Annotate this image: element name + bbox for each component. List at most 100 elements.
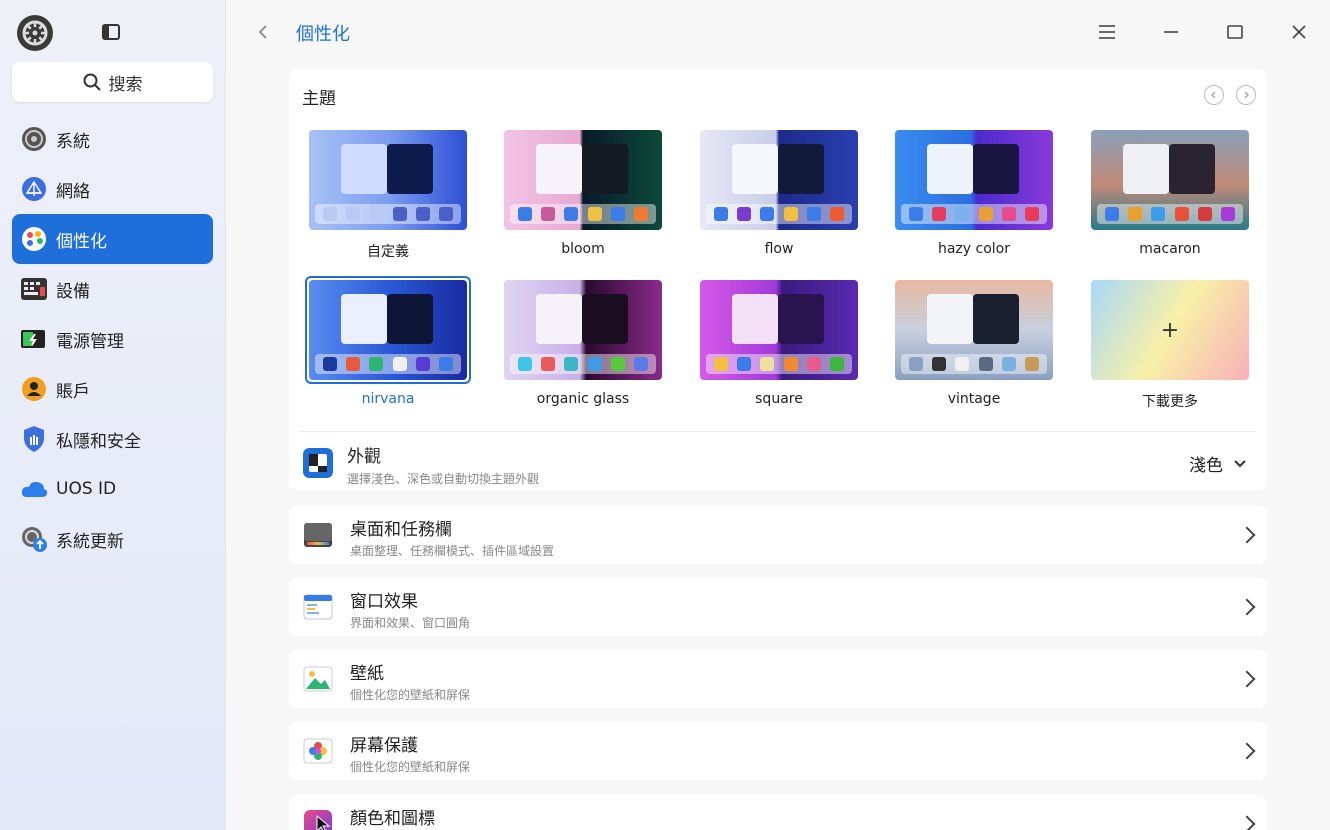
row-title: 壁紙 [350, 664, 384, 684]
account-icon [20, 375, 48, 403]
theme-thumb-nirvana[interactable] [309, 280, 467, 380]
screensaver-icon [303, 738, 333, 764]
search-label: 搜索 [108, 74, 143, 95]
chevron-right-icon [1238, 526, 1256, 544]
sidebar-item-label: 私隱和安全 [56, 431, 141, 452]
sidebar-item-device[interactable]: 設備 [12, 265, 213, 313]
theme-thumb-bloom[interactable] [504, 130, 662, 230]
minimize-button[interactable] [1157, 18, 1185, 46]
chevron-right-icon [1238, 670, 1256, 688]
chevron-down-icon [1234, 459, 1246, 467]
sidebar-item-system[interactable]: 系統 [12, 115, 213, 163]
add-icon: + [1160, 317, 1180, 343]
wallpaper-icon [303, 666, 333, 692]
preview-dock [706, 354, 852, 374]
search-icon [83, 73, 101, 91]
power-icon [20, 325, 48, 353]
sidebar-item-privacy[interactable]: 私隱和安全 [12, 415, 213, 463]
row-screensaver[interactable]: 屏幕保護 個性化您的壁紙和屏保 [289, 722, 1267, 780]
row-title: 窗口效果 [350, 592, 418, 612]
theme-heading: 主題 [302, 89, 336, 109]
sidebar-item-label: 系統 [56, 131, 90, 152]
sidebar-item-update[interactable]: 系統更新 [12, 515, 213, 563]
preview-dock [315, 354, 461, 374]
sidebar-item-label: 個性化 [56, 231, 107, 252]
search-box[interactable]: 搜索 [12, 62, 213, 102]
theme-name: 下載更多 [1142, 394, 1198, 410]
settings-app-icon [17, 15, 53, 51]
sidebar-item-account[interactable]: 賬戶 [12, 365, 213, 413]
row-desktop-taskbar[interactable]: 桌面和任務欄 桌面整理、任務欄模式、插件區域設置 [289, 506, 1267, 564]
back-button[interactable] [254, 22, 274, 42]
preview-dock [1097, 204, 1243, 224]
theme-thumb-organic-glass[interactable] [504, 280, 662, 380]
theme-name: 自定義 [367, 244, 409, 260]
preview-dock [901, 204, 1047, 224]
sidebar-item-personalization[interactable]: 個性化 [12, 214, 213, 264]
preview-window-dark [778, 144, 824, 194]
row-colors-icons[interactable]: 顏色和圖標 [289, 795, 1267, 830]
sidebar-item-label: 網絡 [56, 181, 90, 202]
theme-name: nirvana [361, 391, 415, 407]
chevron-left-icon [1210, 91, 1216, 99]
appearance-title: 外觀 [347, 447, 381, 467]
theme-thumb-custom[interactable] [309, 130, 467, 230]
appearance-select[interactable]: 淺色 [1189, 451, 1247, 476]
preview-window-light [341, 294, 387, 344]
preview-window-dark [582, 294, 628, 344]
preview-window-light [1123, 144, 1169, 194]
preview-window-dark [1169, 144, 1215, 194]
preview-window-light [536, 294, 582, 344]
theme-card: 主題 自定義 bloom flow hazy color macaron + n… [289, 69, 1267, 490]
appearance-subtitle: 選擇淺色、深色或自動切換主題外觀 [347, 472, 540, 486]
chevron-right-icon [1244, 91, 1250, 99]
theme-name: hazy color [937, 241, 1010, 257]
preview-dock [901, 354, 1047, 374]
preview-window-dark [778, 294, 824, 344]
row-title: 顏色和圖標 [350, 809, 435, 829]
device-icon [20, 275, 48, 303]
theme-name: square [755, 391, 803, 407]
theme-thumb-hazy-color[interactable] [895, 130, 1053, 230]
maximize-button[interactable] [1221, 18, 1249, 46]
maximize-icon [1227, 25, 1243, 39]
row-subtitle: 桌面整理、任務欄模式、插件區域設置 [350, 544, 555, 558]
row-wallpaper[interactable]: 壁紙 個性化您的壁紙和屏保 [289, 650, 1267, 708]
sidebar: 搜索 系統 網絡 個性化 設備 電源管理 賬戶 私隱和安全 UOS ID 系統更… [0, 0, 226, 830]
appearance-icon [303, 448, 333, 478]
sidebar-item-power[interactable]: 電源管理 [12, 315, 213, 363]
cloud-icon [20, 475, 48, 503]
preview-window-light [732, 144, 778, 194]
preview-window-dark [973, 294, 1019, 344]
row-window-effects[interactable]: 窗口效果 界面和效果、窗口圓角 [289, 578, 1267, 636]
update-icon [20, 525, 48, 553]
sidebar-toggle-icon[interactable] [102, 24, 120, 40]
next-page-button[interactable] [1236, 85, 1256, 105]
menu-icon [1099, 25, 1115, 39]
close-icon [1292, 25, 1306, 39]
page-title: 個性化 [296, 24, 350, 45]
download-more-button[interactable]: + [1091, 280, 1249, 380]
preview-window-light [536, 144, 582, 194]
preview-window-dark [582, 144, 628, 194]
theme-thumb-vintage[interactable] [895, 280, 1053, 380]
sidebar-item-network[interactable]: 網絡 [12, 165, 213, 213]
preview-dock [510, 204, 656, 224]
menu-button[interactable] [1093, 18, 1121, 46]
close-button[interactable] [1285, 18, 1313, 46]
prev-page-button[interactable] [1204, 85, 1224, 105]
theme-thumb-macaron[interactable] [1091, 130, 1249, 230]
theme-thumb-flow[interactable] [700, 130, 858, 230]
taskbar-icon [304, 523, 332, 547]
preview-dock [315, 204, 461, 224]
theme-thumb-square[interactable] [700, 280, 858, 380]
chevron-right-icon [1238, 742, 1256, 760]
theme-name: organic glass [536, 391, 630, 407]
appearance-value: 淺色 [1189, 456, 1223, 476]
shield-icon [20, 425, 48, 453]
sidebar-item-uos-id[interactable]: UOS ID [12, 465, 213, 513]
system-icon [20, 125, 48, 153]
preview-window-dark [973, 144, 1019, 194]
chevron-right-icon [1238, 598, 1256, 616]
preview-dock [510, 354, 656, 374]
